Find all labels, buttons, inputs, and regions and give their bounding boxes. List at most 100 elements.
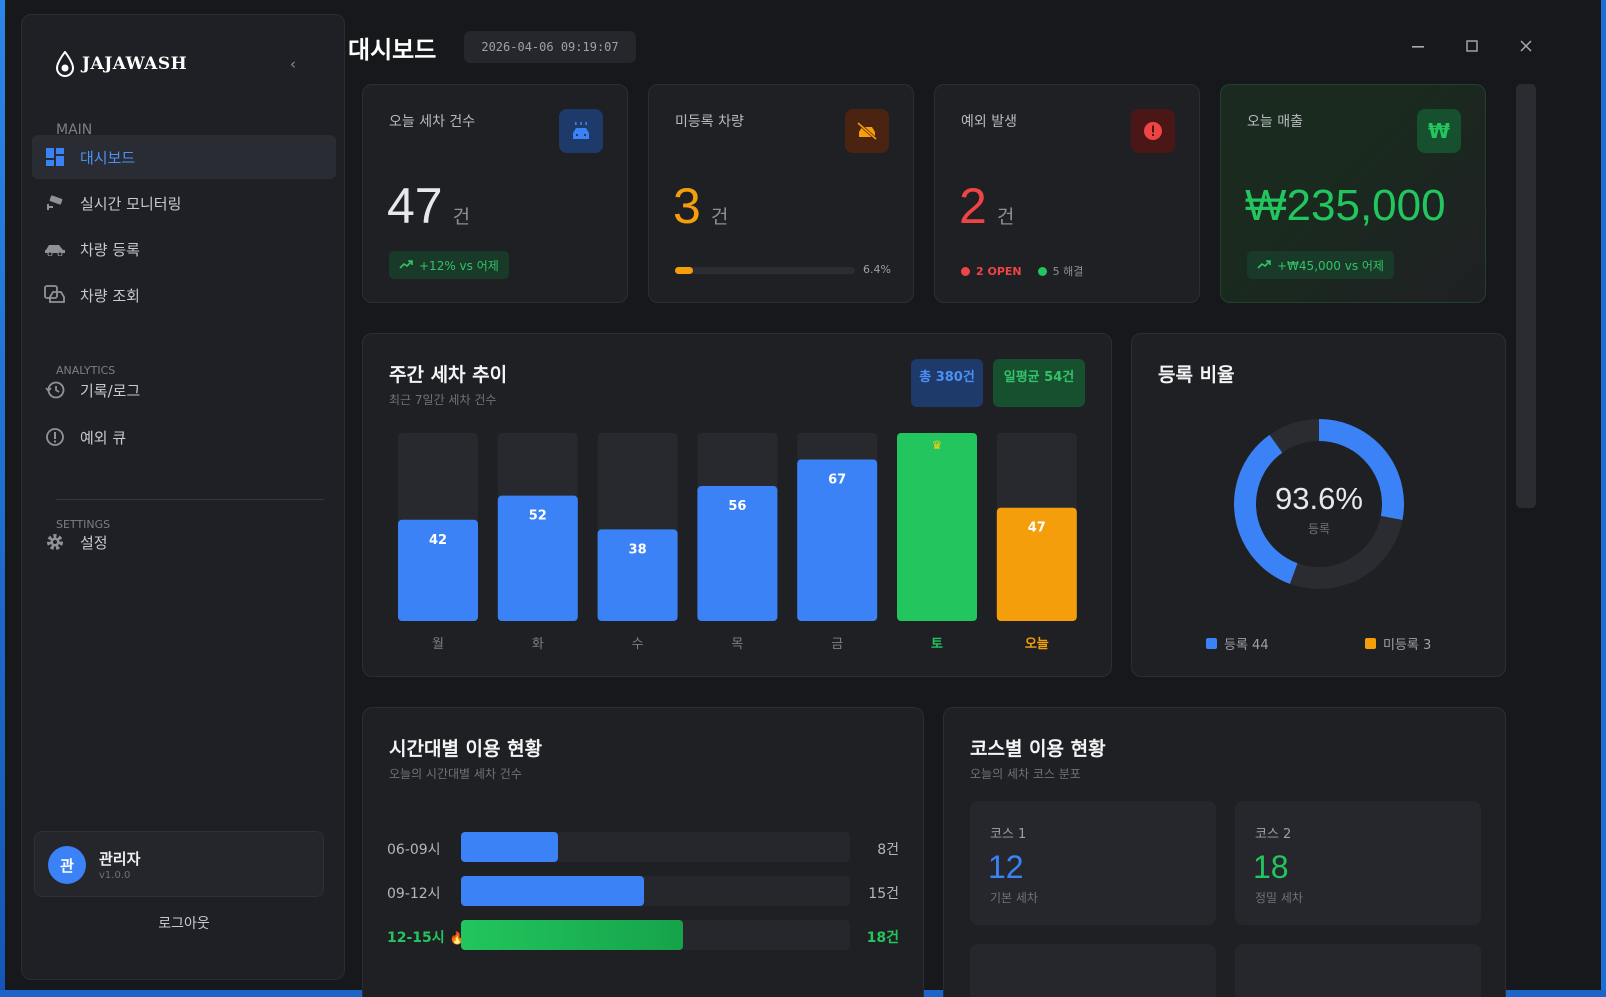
stat-unit: 건 — [452, 207, 471, 228]
dashboard-icon — [44, 146, 66, 168]
panel-title: 코스별 이용 현황 — [970, 738, 1106, 760]
stat-value: ₩235,000 — [1245, 181, 1446, 231]
resolved-dot-icon — [1037, 266, 1047, 276]
brand-logo[interactable]: JAJAWASH — [54, 51, 187, 77]
history-icon — [44, 379, 66, 401]
hour-row-label-peak: 12-15시 🔥 — [387, 927, 464, 947]
alert-icon — [1131, 109, 1175, 153]
progress-text: 6.4% — [863, 263, 891, 276]
stat-label: 미등록 차량 — [675, 114, 744, 130]
x-tick-label: 목 — [731, 637, 743, 652]
hour-row-track — [461, 832, 850, 862]
logout-button[interactable]: 로그아웃 — [22, 913, 346, 933]
course-card-2[interactable]: 코스 2 18 정밀 세차 — [1235, 801, 1481, 925]
sidebar-item-monitoring[interactable]: 실시간 모니터링 — [32, 181, 336, 225]
sidebar-item-label: 대시보드 — [80, 148, 136, 167]
panel-subtitle: 오늘의 세차 코스 분포 — [970, 767, 1081, 781]
hourly-usage-panel: 시간대별 이용 현황 오늘의 시간대별 세차 건수 06-09시 8건 09-1… — [362, 707, 924, 997]
bar[interactable] — [897, 433, 977, 621]
hour-row-label: 12-15시 — [387, 930, 445, 946]
water-drop-logo-icon — [54, 51, 76, 77]
sidebar-divider — [56, 499, 324, 500]
bar-value-label: 42 — [429, 533, 447, 548]
course-name: 코스 2 — [1255, 827, 1292, 842]
bar-value-label: 38 — [629, 542, 647, 557]
open-dot-icon — [961, 266, 970, 276]
x-tick-label: 오늘 — [1025, 637, 1049, 652]
main-scrollbar[interactable] — [1516, 84, 1536, 508]
legend-unregistered: 미등록 3 — [1365, 634, 1431, 653]
hour-row-bar — [461, 920, 683, 950]
minimize-icon[interactable] — [1406, 34, 1430, 58]
stat-card-exceptions: 예외 발생 2건 2 OPEN 5 해결 — [934, 84, 1200, 303]
stat-unit: 건 — [996, 207, 1015, 228]
hour-row-bar — [461, 876, 644, 906]
cctv-icon — [44, 192, 66, 214]
legend-swatch — [1206, 638, 1217, 649]
course-card-4[interactable] — [1235, 944, 1481, 997]
sidebar-item-label: 예외 큐 — [80, 428, 127, 447]
hour-row-value: 8건 — [877, 842, 899, 858]
course-card-3[interactable] — [970, 944, 1216, 997]
app-version: v1.0.0 — [99, 870, 131, 881]
weekly-trend-panel: 42 월 52 화 38 수 56 목 67 금 ♛ 토 47 오늘 주간 세차 추이 최근 7일간 세차… — [362, 333, 1112, 677]
x-tick-label: 화 — [532, 637, 544, 652]
sidebar-item-settings[interactable]: 설정 — [32, 520, 336, 564]
x-tick-label: 금 — [831, 637, 843, 652]
trend-text: +12% vs 어제 — [419, 258, 499, 273]
maximize-icon[interactable] — [1460, 34, 1484, 58]
legend-label: 미등록 3 — [1383, 638, 1432, 653]
hour-row-track — [461, 920, 850, 950]
user-profile-card[interactable]: 관 관리자 v1.0.0 — [34, 831, 324, 897]
stat-unit: 건 — [710, 207, 729, 228]
sidebar-item-exception-queue[interactable]: 예외 큐 — [32, 415, 336, 459]
panel-title: 주간 세차 추이 — [389, 364, 508, 386]
sidebar-item-label: 차량 등록 — [80, 240, 140, 259]
trend-up-icon — [1257, 258, 1271, 272]
stat-label: 오늘 세차 건수 — [389, 114, 476, 130]
course-card-1[interactable]: 코스 1 12 기본 세차 — [970, 801, 1216, 925]
sidebar-item-vehicle-search[interactable]: 차량 조회 — [32, 273, 336, 317]
panel-subtitle: 최근 7일간 세차 건수 — [389, 393, 497, 407]
close-icon[interactable] — [1514, 34, 1538, 58]
stat-card-revenue: 오늘 매출 ₩ ₩235,000 +₩45,000 vs 어제 — [1220, 84, 1486, 303]
gear-icon — [44, 531, 66, 553]
sidebar: JAJAWASH ‹ MAIN 대시보드 실시간 모니터링 차량 등록 차량 조… — [21, 14, 345, 980]
donut-percent: 93.6% — [1275, 481, 1363, 516]
progress-fill — [675, 267, 694, 274]
bar-value-label: 52 — [529, 509, 547, 524]
stat-number: 47 — [387, 178, 443, 234]
open-count: 2 OPEN — [976, 264, 1022, 278]
panel-subtitle: 오늘의 시간대별 세차 건수 — [389, 767, 522, 781]
legend-swatch — [1365, 638, 1376, 649]
brand-name: JAJAWASH — [82, 54, 188, 74]
x-tick-label: 수 — [632, 637, 644, 652]
stat-value: 2건 — [959, 177, 1014, 235]
sidebar-item-label: 설정 — [80, 533, 108, 552]
hour-row-track — [461, 876, 850, 906]
hour-row-value: 15건 — [868, 886, 899, 902]
sidebar-item-vehicle-register[interactable]: 차량 등록 — [32, 227, 336, 271]
resolved-count: 5 해결 — [1052, 265, 1084, 278]
sidebar-item-history[interactable]: 기록/로그 — [32, 368, 336, 412]
car-add-icon — [44, 238, 66, 260]
trend-badge: +12% vs 어제 — [389, 251, 509, 279]
course-description: 기본 세차 — [990, 891, 1038, 905]
car-search-icon — [44, 284, 66, 306]
course-count: 18 — [1253, 849, 1289, 885]
stat-card-unregistered: 미등록 차량 3건 6.4% — [648, 84, 914, 303]
bar-value-label: 67 — [828, 473, 846, 488]
bar-value-label: 47 — [1028, 521, 1046, 536]
collapse-sidebar-chevron-icon[interactable]: ‹ — [290, 55, 296, 73]
trend-up-icon — [399, 258, 413, 272]
weekly-average-badge: 일평균 54건 — [993, 359, 1085, 407]
current-datetime: 2026-04-06 09:19:07 — [464, 31, 636, 63]
trend-badge: +₩45,000 vs 어제 — [1247, 251, 1394, 279]
stat-label: 오늘 매출 — [1247, 114, 1303, 130]
sidebar-item-label: 차량 조회 — [80, 286, 140, 305]
sidebar-item-dashboard[interactable]: 대시보드 — [32, 135, 336, 179]
registration-donut-chart: 93.6% 등록 — [1234, 419, 1404, 589]
hour-row-value: 18건 — [866, 930, 899, 946]
car-off-icon — [845, 109, 889, 153]
stat-number: 3 — [673, 178, 701, 234]
